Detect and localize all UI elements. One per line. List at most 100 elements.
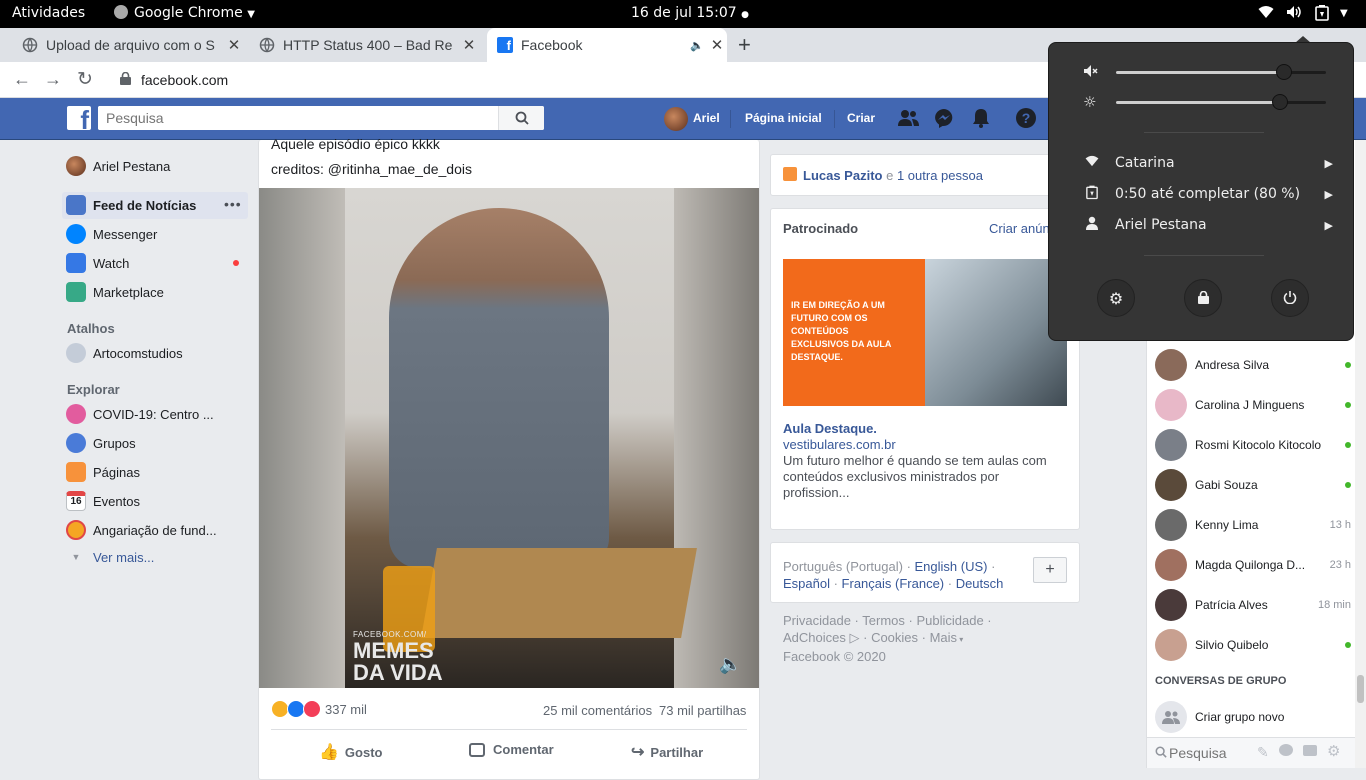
sponsored-card: Patrocinado Criar anún IR EM DIREÇÃO A U… xyxy=(770,208,1080,530)
close-tab-icon[interactable]: ✕ xyxy=(707,36,727,54)
settings-gear-icon[interactable]: ⚙ xyxy=(1327,742,1340,760)
sidebar-item-covid[interactable]: COVID-19: Centro ... xyxy=(66,403,214,425)
add-language-button[interactable]: + xyxy=(1033,557,1067,583)
tab-http-status[interactable]: HTTP Status 400 – Bad Re ✕ xyxy=(259,28,479,62)
activities-button[interactable]: Atividades xyxy=(12,5,85,21)
clock[interactable]: 16 de jul 15:07 ● xyxy=(631,5,749,21)
video-volume-icon[interactable]: 🔈 xyxy=(719,654,741,675)
notifications-bell-icon[interactable] xyxy=(972,108,990,131)
sidebar-item-groups[interactable]: Grupos xyxy=(66,432,136,454)
power-button[interactable] xyxy=(1271,279,1309,317)
system-menu-arrow-icon[interactable]: ▼ xyxy=(1340,8,1348,19)
language-option[interactable]: Español xyxy=(783,576,830,591)
facebook-logo-icon[interactable]: f xyxy=(67,106,91,130)
sidebar-item-news-feed[interactable]: Feed de Notícias xyxy=(66,194,196,216)
tab-audio-icon[interactable]: 🔈 xyxy=(687,39,707,52)
fb-search-box[interactable] xyxy=(98,106,544,130)
scrollbar-thumb[interactable] xyxy=(1357,675,1364,703)
footer-link[interactable]: Privacidade xyxy=(783,613,851,628)
reactions-summary[interactable]: 337 mil xyxy=(271,700,367,718)
battery-icon[interactable] xyxy=(1315,5,1329,25)
like-button[interactable]: 👍 Gosto xyxy=(319,742,382,762)
sidebar-item-marketplace[interactable]: Marketplace xyxy=(66,281,164,303)
sidebar-item-artocomstudios[interactable]: Artocomstudios xyxy=(66,342,183,364)
settings-button[interactable]: ⚙ xyxy=(1097,279,1135,317)
sidebar-item-watch[interactable]: Watch xyxy=(66,252,129,274)
language-option[interactable]: Deutsch xyxy=(956,576,1004,591)
profile-link[interactable]: Ariel xyxy=(693,111,720,125)
watch-notification-dot xyxy=(233,260,239,266)
menu-separator xyxy=(1144,255,1264,256)
search-button[interactable] xyxy=(498,106,544,130)
chat-contact[interactable]: Patrícia Alves 18 min xyxy=(1155,585,1351,625)
volume-icon[interactable] xyxy=(1286,5,1302,23)
footer-link[interactable]: Publicidade xyxy=(916,613,983,628)
chat-contact[interactable]: Carolina J Minguens xyxy=(1155,385,1351,425)
video-call-icon[interactable] xyxy=(1303,745,1317,756)
shares-count[interactable]: 73 mil partilhas xyxy=(659,703,746,718)
footer-link[interactable]: Termos xyxy=(862,613,905,628)
comments-count[interactable]: 25 mil comentários xyxy=(543,703,652,718)
see-more-link[interactable]: ▼ Ver mais... xyxy=(66,546,155,568)
messenger-icon[interactable] xyxy=(934,108,954,131)
reload-icon[interactable]: ↻ xyxy=(77,68,93,91)
volume-slider[interactable] xyxy=(1116,64,1326,80)
close-tab-icon[interactable]: ✕ xyxy=(224,36,244,54)
ad-name-link[interactable]: Aula Destaque. xyxy=(783,421,877,436)
sidebar-item-messenger[interactable]: Messenger xyxy=(66,223,157,245)
page-scrollbar[interactable] xyxy=(1355,140,1366,768)
volume-knob[interactable] xyxy=(1276,64,1292,80)
fb-search-input[interactable] xyxy=(98,106,498,130)
chat-contact[interactable]: Gabi Souza xyxy=(1155,465,1351,505)
language-option[interactable]: Français (France) xyxy=(842,576,945,591)
ad-image[interactable]: IR EM DIREÇÃO A UM FUTURO COM OS CONTEÚD… xyxy=(783,259,1067,406)
brightness-knob[interactable] xyxy=(1271,94,1288,110)
sidebar-item-fundraisers[interactable]: Angariação de fund... xyxy=(66,519,217,541)
brightness-slider[interactable] xyxy=(1116,94,1326,110)
ad-domain[interactable]: vestibulares.com.br xyxy=(783,437,896,452)
language-option[interactable]: English (US) xyxy=(915,559,988,574)
tab-upload[interactable]: Upload de arquivo com o S ✕ xyxy=(22,28,244,62)
new-tab-button[interactable]: + xyxy=(738,32,751,58)
footer-link[interactable]: Cookies xyxy=(871,630,918,645)
chat-contact[interactable]: Andresa Silva xyxy=(1155,345,1351,385)
wifi-icon[interactable] xyxy=(1258,5,1274,23)
chat-contact[interactable]: Magda Quilonga D... 23 h xyxy=(1155,545,1351,585)
home-link[interactable]: Página inicial xyxy=(745,111,822,125)
profile-avatar[interactable] xyxy=(664,107,688,131)
video-person xyxy=(389,208,609,568)
new-group-button[interactable]: Criar grupo novo xyxy=(1155,697,1351,737)
sidebar-item-events[interactable]: 16 Eventos xyxy=(66,490,140,512)
close-tab-icon[interactable]: ✕ xyxy=(459,36,479,54)
wifi-menu-item[interactable]: Catarina ▶ xyxy=(1083,151,1333,175)
watermark-line1: MEMES xyxy=(353,638,434,663)
user-menu-item[interactable]: Ariel Pestana ▶ xyxy=(1083,213,1333,237)
share-button[interactable]: ↪ Partilhar xyxy=(631,742,703,762)
omnibox[interactable]: facebook.com xyxy=(108,66,1038,94)
footer-link[interactable]: AdChoices xyxy=(783,630,846,645)
help-icon[interactable]: ? xyxy=(1016,108,1036,128)
new-group-icon[interactable] xyxy=(1279,744,1293,756)
birthday-others-link[interactable]: 1 outra pessoa xyxy=(897,168,983,183)
lock-button[interactable] xyxy=(1184,279,1222,317)
chat-search-input[interactable] xyxy=(1169,742,1249,764)
footer-link[interactable]: Mais xyxy=(930,630,957,645)
battery-menu-item[interactable]: 0:50 até completar (80 %) ▶ xyxy=(1083,182,1333,206)
forward-arrow-icon[interactable]: → xyxy=(44,69,62,90)
tab-facebook[interactable]: f Facebook 🔈 ✕ xyxy=(487,28,727,62)
comment-button[interactable]: Comentar xyxy=(469,742,554,757)
sidebar-item-pages[interactable]: Páginas xyxy=(66,461,140,483)
create-link[interactable]: Criar xyxy=(847,111,875,125)
chat-contact[interactable]: Kenny Lima 13 h xyxy=(1155,505,1351,545)
post-video[interactable]: FACEBOOK.COM/ MEMES DA VIDA 🔈 xyxy=(259,188,759,688)
profile-link-left[interactable]: Ariel Pestana xyxy=(66,155,170,177)
back-arrow-icon[interactable]: ← xyxy=(13,69,31,90)
compose-icon[interactable]: ✎ xyxy=(1257,744,1269,761)
friend-requests-icon[interactable] xyxy=(898,109,920,130)
create-ad-link[interactable]: Criar anún xyxy=(989,221,1050,236)
app-menu[interactable]: Google Chrome ▼ xyxy=(114,5,255,21)
chat-contact[interactable]: Rosmi Kitocolo Kitocolo xyxy=(1155,425,1351,465)
more-options-icon[interactable]: ••• xyxy=(224,196,242,212)
chat-contact[interactable]: Silvio Quibelo xyxy=(1155,625,1351,665)
birthday-person-link[interactable]: Lucas Pazito xyxy=(803,168,882,183)
